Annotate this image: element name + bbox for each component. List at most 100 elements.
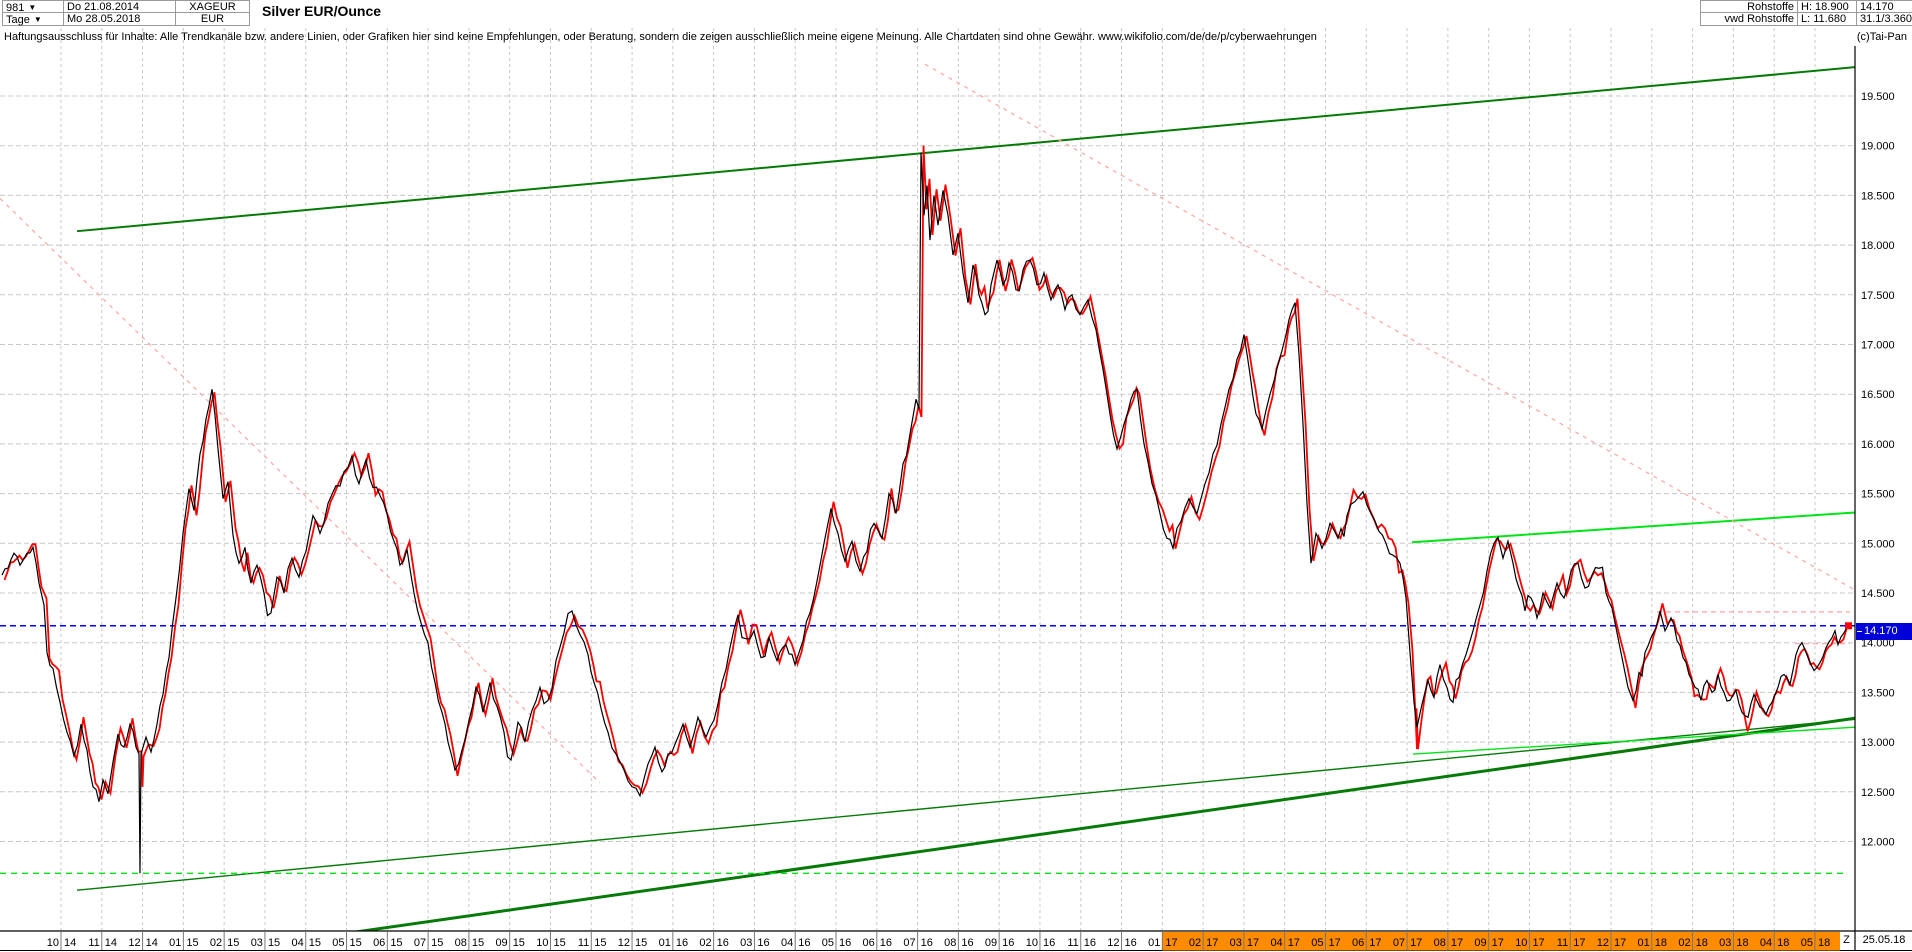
svg-text:14: 14	[64, 937, 76, 949]
svg-text:15: 15	[472, 937, 484, 949]
svg-text:15: 15	[594, 937, 606, 949]
svg-text:02: 02	[210, 937, 222, 949]
svg-text:15.500: 15.500	[1861, 489, 1895, 501]
svg-text:17: 17	[1451, 937, 1463, 949]
svg-text:15: 15	[227, 937, 239, 949]
svg-text:07: 07	[1393, 937, 1405, 949]
svg-text:04: 04	[781, 937, 793, 949]
svg-text:10: 10	[47, 937, 59, 949]
svg-text:16: 16	[839, 937, 851, 949]
svg-text:18: 18	[1736, 937, 1748, 949]
period-label: Tage	[6, 14, 30, 26]
svg-text:16: 16	[676, 937, 688, 949]
svg-text:18.500: 18.500	[1861, 190, 1895, 202]
svg-text:13.500: 13.500	[1861, 687, 1895, 699]
svg-text:07: 07	[414, 937, 426, 949]
taipan-chart-window: { "header": { "bars_count": "981", "peri…	[0, 0, 1912, 952]
low-label: L: 11.680	[1798, 13, 1857, 26]
svg-text:19.500: 19.500	[1861, 91, 1895, 103]
svg-text:12: 12	[128, 937, 140, 949]
svg-text:16: 16	[1084, 937, 1096, 949]
svg-text:17: 17	[1288, 937, 1300, 949]
svg-text:01: 01	[1638, 937, 1650, 949]
svg-text:09: 09	[495, 937, 507, 949]
svg-text:19.000: 19.000	[1861, 141, 1895, 153]
svg-text:15.000: 15.000	[1861, 538, 1895, 550]
svg-text:03: 03	[740, 937, 752, 949]
date-to-field[interactable]: Mo 28.05.2018	[64, 13, 176, 26]
svg-text:09: 09	[1474, 937, 1486, 949]
svg-text:01: 01	[1148, 937, 1160, 949]
bars-count-dropdown[interactable]: 981▼	[2, 0, 64, 13]
svg-text:16: 16	[1043, 937, 1055, 949]
svg-text:17: 17	[1573, 937, 1585, 949]
svg-text:08: 08	[455, 937, 467, 949]
svg-text:14.500: 14.500	[1861, 588, 1895, 600]
range-value-label: 31.1/3.360	[1857, 13, 1912, 26]
svg-text:10: 10	[1026, 937, 1038, 949]
svg-text:12.000: 12.000	[1861, 837, 1895, 849]
svg-text:18: 18	[1696, 937, 1708, 949]
svg-text:11: 11	[88, 937, 99, 949]
svg-text:06: 06	[863, 937, 875, 949]
svg-text:17: 17	[1410, 937, 1422, 949]
svg-text:16: 16	[961, 937, 973, 949]
svg-text:03: 03	[1719, 937, 1731, 949]
svg-text:04: 04	[291, 937, 303, 949]
svg-text:16: 16	[717, 937, 729, 949]
svg-text:15: 15	[309, 937, 321, 949]
svg-text:17: 17	[1492, 937, 1504, 949]
svg-text:06: 06	[373, 937, 385, 949]
svg-text:18: 18	[1655, 937, 1667, 949]
svg-text:11: 11	[1557, 937, 1568, 949]
svg-text:02: 02	[699, 937, 711, 949]
svg-text:16: 16	[757, 937, 769, 949]
period-dropdown[interactable]: Tage▼	[2, 13, 64, 26]
svg-text:17.000: 17.000	[1861, 340, 1895, 352]
svg-text:17: 17	[1247, 937, 1259, 949]
taipan-watermark: (c)Tai-Pan	[1857, 31, 1907, 43]
svg-text:12: 12	[1597, 937, 1609, 949]
svg-text:16: 16	[798, 937, 810, 949]
axis-end-date: 25.05.18	[1857, 934, 1911, 946]
svg-text:07: 07	[903, 937, 915, 949]
zoom-marker-label: Z	[1840, 934, 1853, 946]
svg-text:09: 09	[985, 937, 997, 949]
svg-text:18: 18	[1777, 937, 1789, 949]
price-chart-canvas[interactable]: 1014111412140115021503150415051506150715…	[0, 0, 1912, 952]
svg-text:16: 16	[880, 937, 892, 949]
svg-text:16.500: 16.500	[1861, 389, 1895, 401]
svg-text:06: 06	[1352, 937, 1364, 949]
svg-text:16: 16	[1002, 937, 1014, 949]
svg-text:13.000: 13.000	[1861, 737, 1895, 749]
page-title: Silver EUR/Ounce	[258, 3, 385, 19]
svg-text:03: 03	[251, 937, 263, 949]
svg-text:05: 05	[822, 937, 834, 949]
svg-text:11: 11	[578, 937, 589, 949]
svg-text:15: 15	[553, 937, 565, 949]
currency-label: EUR	[176, 13, 250, 26]
svg-text:16: 16	[1125, 937, 1137, 949]
svg-text:17: 17	[1328, 937, 1340, 949]
svg-text:15: 15	[268, 937, 280, 949]
svg-text:14: 14	[146, 937, 158, 949]
svg-text:15: 15	[350, 937, 362, 949]
svg-text:10: 10	[1515, 937, 1527, 949]
date-from-field[interactable]: Do 21.08.2014	[64, 0, 176, 13]
svg-text:05: 05	[332, 937, 344, 949]
svg-text:15: 15	[390, 937, 402, 949]
svg-text:15: 15	[635, 937, 647, 949]
svg-text:12.500: 12.500	[1861, 787, 1895, 799]
svg-text:18.000: 18.000	[1861, 240, 1895, 252]
svg-text:04: 04	[1760, 937, 1772, 949]
symbol-label: XAGEUR	[176, 0, 250, 13]
current-price-tag: 14.170	[1856, 623, 1912, 640]
svg-text:12: 12	[1107, 937, 1119, 949]
svg-text:15: 15	[513, 937, 525, 949]
svg-text:17: 17	[1206, 937, 1218, 949]
svg-text:17: 17	[1165, 937, 1177, 949]
svg-text:05: 05	[1311, 937, 1323, 949]
svg-text:02: 02	[1189, 937, 1201, 949]
group-label: Rohstoffe	[1700, 0, 1798, 13]
svg-text:16.000: 16.000	[1861, 439, 1895, 451]
